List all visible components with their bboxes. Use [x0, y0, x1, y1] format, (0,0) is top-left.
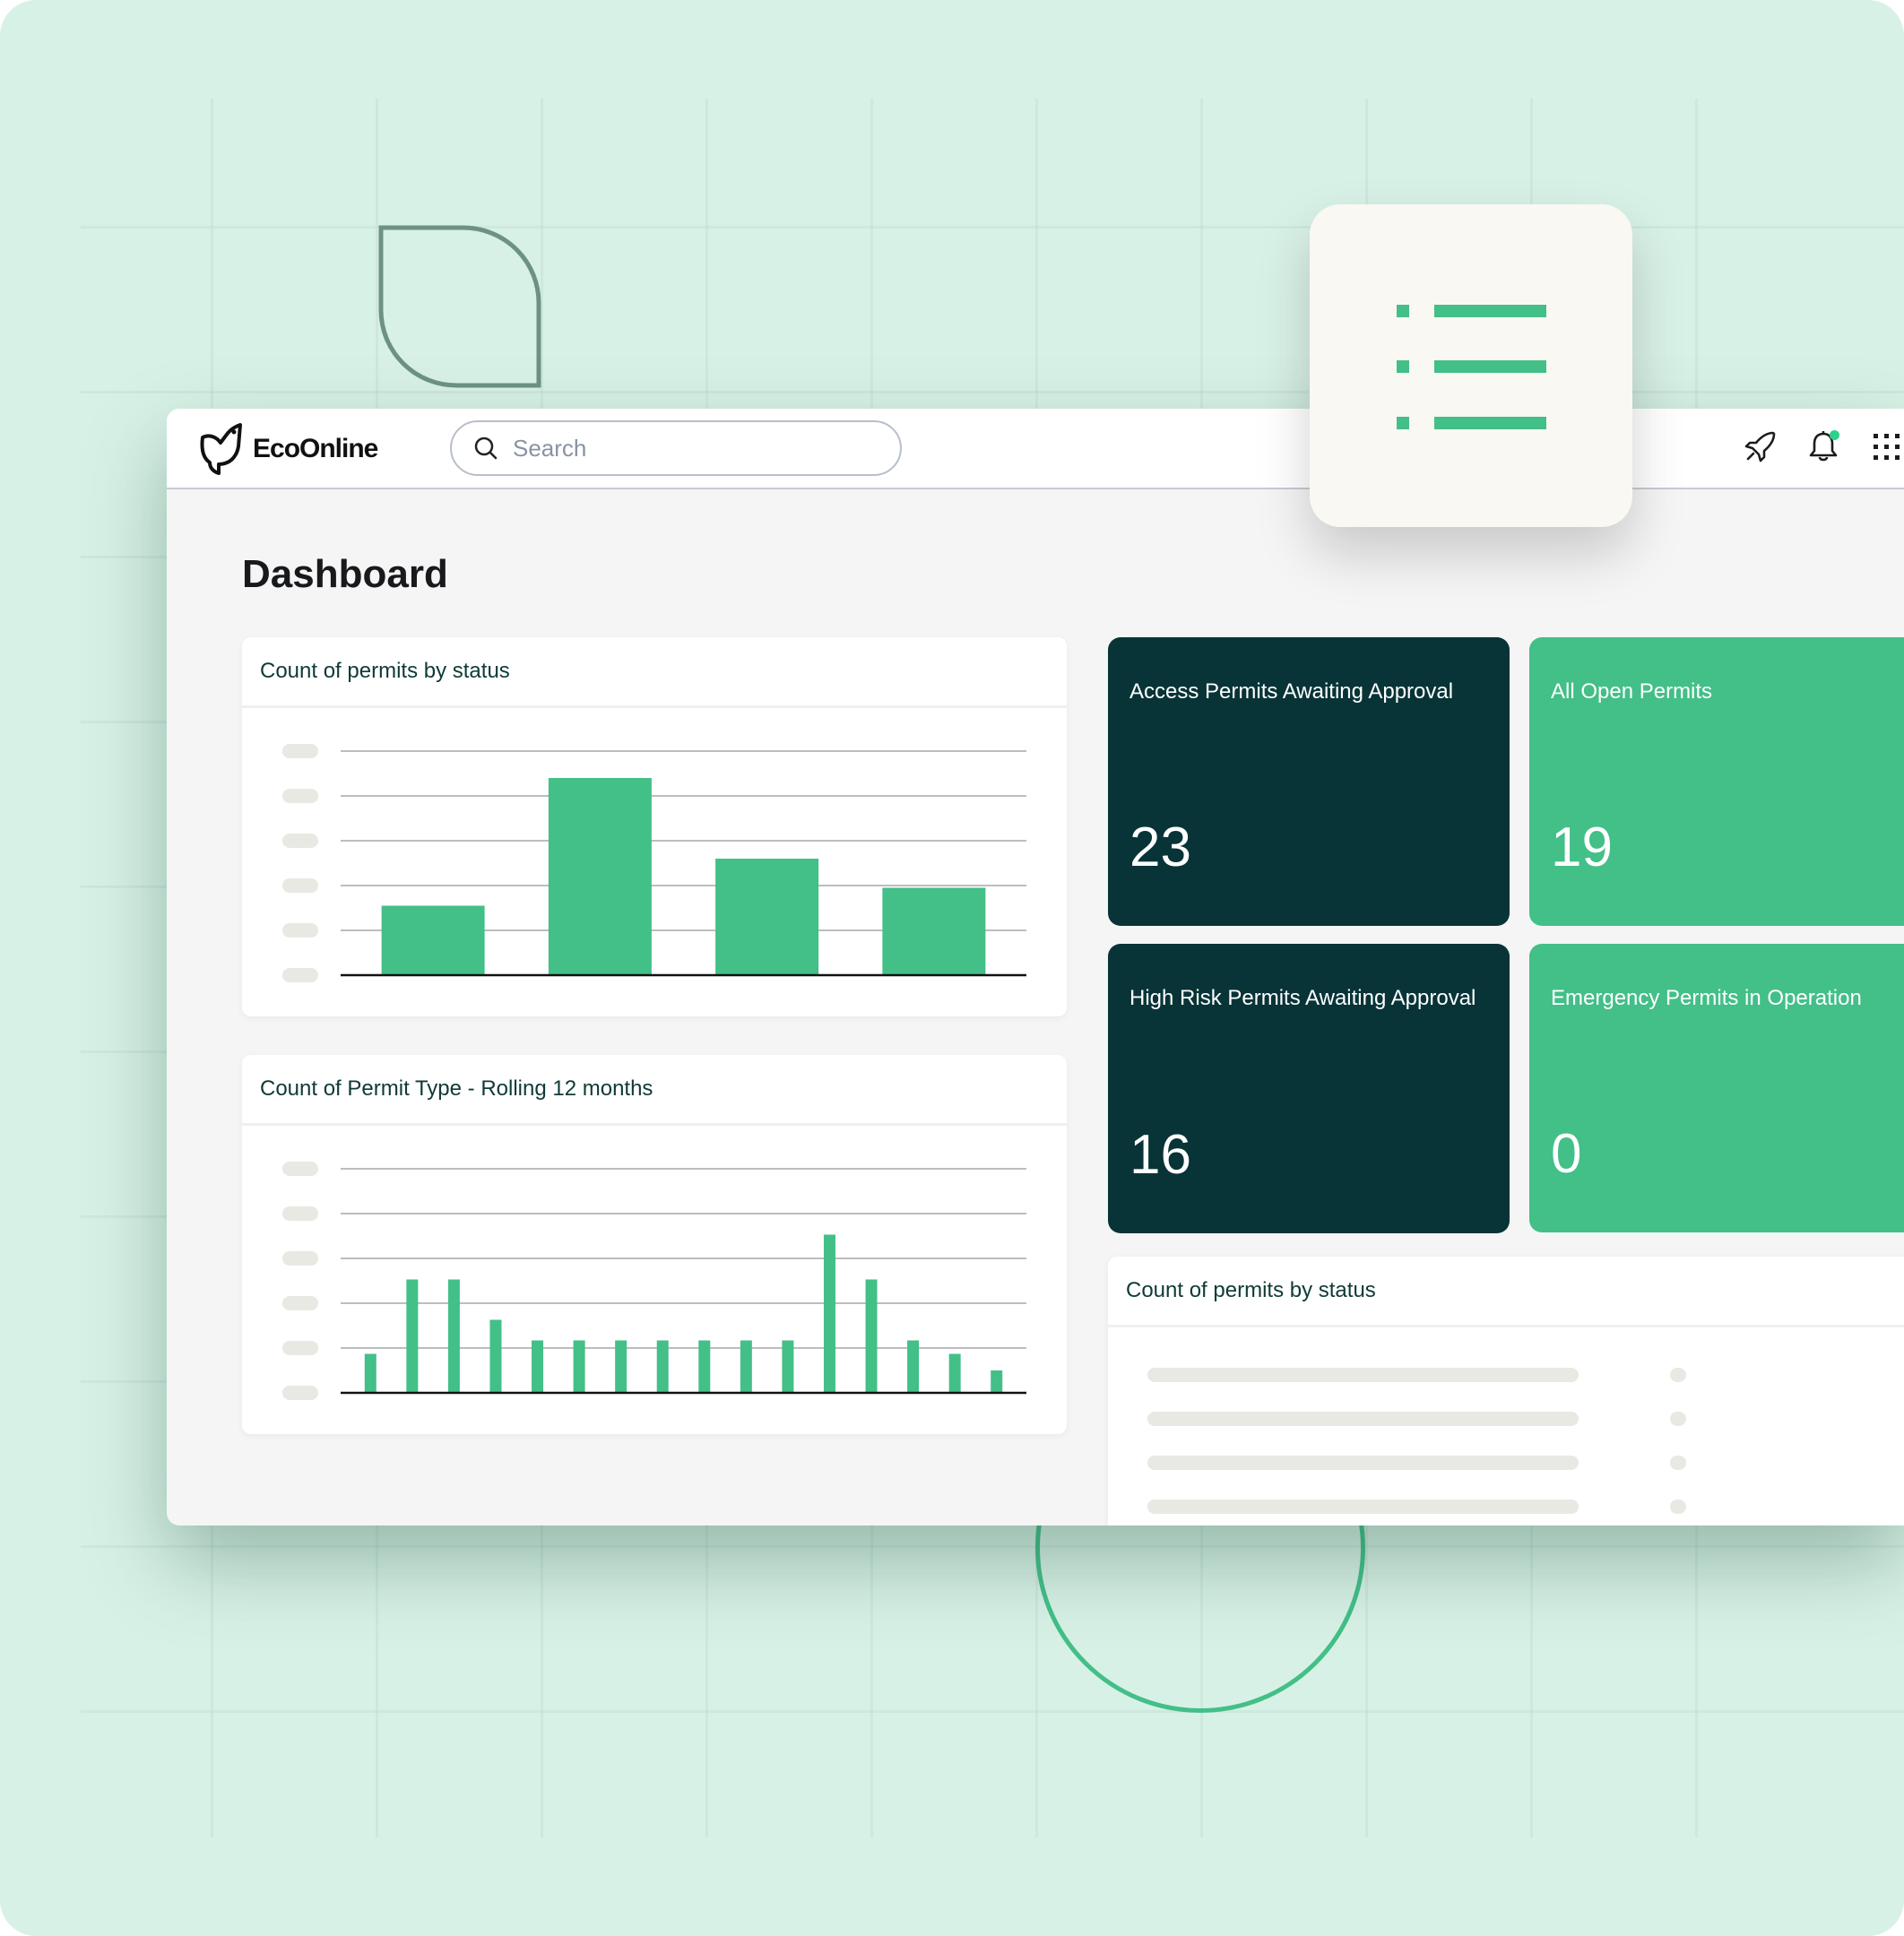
bar [548, 778, 652, 975]
chart-title: Count of Permit Type - Rolling 12 months [242, 1055, 1067, 1126]
list-title: Count of permits by status [1108, 1257, 1904, 1327]
bar [615, 1340, 627, 1393]
y-tick-label-placeholder [282, 744, 318, 758]
leaf-shape-decoration [378, 225, 541, 388]
stat-value: 16 [1129, 1124, 1191, 1186]
notification-badge [1830, 430, 1839, 440]
search-icon [474, 436, 498, 460]
skeleton-bar [1249, 1456, 1579, 1470]
bar [406, 1279, 419, 1393]
y-tick-label-placeholder [282, 1386, 318, 1400]
skeleton-bar [1249, 1412, 1579, 1426]
skeleton-dot [1670, 1368, 1686, 1382]
bar [782, 1340, 794, 1393]
bar [740, 1340, 752, 1393]
stat-value: 23 [1129, 817, 1191, 878]
stat-value: 0 [1551, 1123, 1582, 1185]
bar-chart [282, 1162, 1026, 1400]
skeleton-dot [1670, 1412, 1686, 1426]
chart-card-permit-type: Count of Permit Type - Rolling 12 months [242, 1055, 1067, 1434]
y-tick-label-placeholder [282, 1206, 318, 1221]
list-icon [1397, 305, 1546, 429]
bar [381, 905, 485, 975]
bar [698, 1340, 711, 1393]
skeleton-bar [1249, 1368, 1579, 1382]
bar [364, 1353, 376, 1393]
skeleton-dot [1670, 1500, 1686, 1514]
grid-line [81, 1710, 1904, 1713]
skeleton-bar [1249, 1500, 1579, 1514]
y-tick-label-placeholder [282, 968, 318, 982]
bar [573, 1340, 585, 1393]
page-title: Dashboard [242, 552, 448, 596]
search-input[interactable] [511, 433, 855, 463]
y-tick-label-placeholder [282, 1162, 318, 1176]
bar-chart [282, 744, 1026, 982]
top-bar: EcoOnline [167, 409, 1904, 489]
apps-menu-button[interactable] [1868, 428, 1904, 464]
floating-list-card [1310, 204, 1632, 527]
brand-name: EcoOnline [253, 434, 378, 463]
bar [991, 1370, 1003, 1393]
stat-value: 19 [1551, 817, 1613, 878]
search-box[interactable] [450, 420, 902, 476]
stat-card-high-risk-permits[interactable]: High Risk Permits Awaiting Approval 16 [1108, 944, 1510, 1233]
rocket-icon [1744, 431, 1776, 462]
bird-logo-icon [200, 423, 242, 475]
skeleton-dot [1670, 1456, 1686, 1470]
bar [882, 887, 986, 975]
bar [532, 1340, 544, 1393]
stat-label: Access Permits Awaiting Approval [1129, 679, 1454, 704]
apps-grid-icon [1874, 434, 1900, 460]
bar [907, 1340, 920, 1393]
bar [656, 1340, 669, 1393]
app-window: EcoOnline Search Dashboard Count of perm… [167, 409, 1904, 1525]
y-tick-label-placeholder [282, 1341, 318, 1355]
stat-card-access-permits[interactable]: Access Permits Awaiting Approval 23 [1108, 637, 1510, 926]
stat-card-emergency-permits[interactable]: Emergency Permits in Operation 0 [1529, 944, 1904, 1232]
chart-title: Count of permits by status [242, 637, 1067, 708]
y-tick-label-placeholder [282, 923, 318, 938]
launch-button[interactable] [1743, 428, 1779, 464]
bar [489, 1319, 502, 1393]
bar [447, 1279, 460, 1393]
stat-card-open-permits[interactable]: All Open Permits 19 [1529, 637, 1904, 926]
stat-label: Emergency Permits in Operation [1551, 986, 1862, 1010]
y-tick-label-placeholder [282, 834, 318, 848]
bar [948, 1353, 961, 1393]
y-tick-label-placeholder [282, 1251, 318, 1266]
stat-label: All Open Permits [1551, 679, 1713, 704]
stat-label: High Risk Permits Awaiting Approval [1129, 986, 1476, 1010]
bar [715, 859, 819, 975]
notifications-button[interactable] [1805, 428, 1841, 464]
grid-line [81, 1545, 1904, 1548]
y-tick-label-placeholder [282, 878, 318, 893]
y-tick-label-placeholder [282, 1296, 318, 1310]
y-tick-label-placeholder [282, 789, 318, 803]
bar [823, 1234, 835, 1393]
bar [865, 1279, 878, 1393]
list-card-permits-by-status: Count of permits by status [1108, 1257, 1904, 1525]
chart-card-permits-by-status: Count of permits by status [242, 637, 1067, 1016]
brand-logo[interactable]: EcoOnline [197, 421, 378, 477]
